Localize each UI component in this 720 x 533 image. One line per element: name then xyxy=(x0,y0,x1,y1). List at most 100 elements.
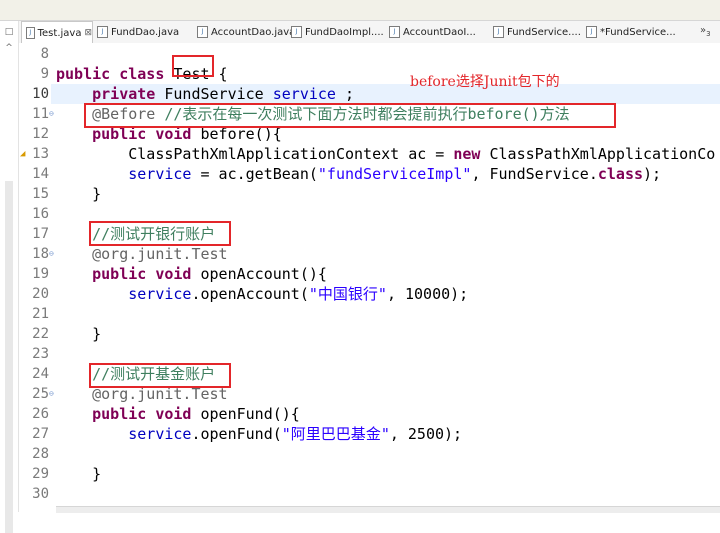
highlight-box-fund-comment xyxy=(89,363,231,388)
code-line[interactable]: } xyxy=(56,324,101,344)
code-line[interactable]: } xyxy=(56,464,101,484)
line-number: 9 xyxy=(40,66,49,82)
java-file-icon: J xyxy=(586,26,597,38)
java-file-icon: J xyxy=(389,26,400,38)
window-top-strip xyxy=(0,0,720,21)
line-number: 10 xyxy=(32,86,49,102)
line-number: 24 xyxy=(32,366,49,382)
line-number: 8 xyxy=(40,46,49,62)
code-token: "阿里巴巴基金" xyxy=(281,425,390,443)
line-number: 20 xyxy=(32,286,49,302)
highlight-box-class-name xyxy=(172,55,214,77)
code-token: new xyxy=(453,145,481,163)
code-token: } xyxy=(56,325,102,343)
java-file-icon: J xyxy=(197,26,208,38)
tab-funddao-java[interactable]: J FundDao.java xyxy=(93,21,179,43)
code-token: class xyxy=(597,165,644,183)
highlight-box-bank-comment xyxy=(89,221,231,246)
code-token: ClassPathXmlApplicationContext xyxy=(56,145,409,163)
line-number: 27 xyxy=(32,426,49,442)
code-token: ac xyxy=(408,145,427,163)
code-token: service xyxy=(128,285,192,303)
code-line[interactable]: ClassPathXmlApplicationContext ac = new … xyxy=(56,144,715,164)
editor-tab-bar: J Test.java ⊠ J FundDao.java J AccountDa… xyxy=(19,21,720,44)
code-token: ClassPathXmlApplicationCo xyxy=(480,145,716,163)
line-number-gutter: 8 9 10 11 ⊖ 12 13 ◢ 14 15 16 17 18 ⊖ 19 20 21 22 23 24 25 ⊖ 26… xyxy=(19,43,54,512)
tab-label: AccountDaoI... xyxy=(403,26,476,38)
code-token: } xyxy=(56,465,102,483)
vertical-scrollbar[interactable] xyxy=(5,181,13,533)
code-token: openAccount(){ xyxy=(191,265,327,283)
code-token: @org.junit.Test xyxy=(92,245,228,263)
code-editor[interactable]: 8 9 10 11 ⊖ 12 13 ◢ 14 15 16 17 18 ⊖ 19 20 21 22 23 24 25 ⊖ 26… xyxy=(19,43,720,512)
line-number: 28 xyxy=(32,446,49,462)
tab-accountdao-java[interactable]: J AccountDao.java xyxy=(193,21,295,43)
code-token: FundService xyxy=(155,85,273,103)
line-number: 18 xyxy=(32,246,49,262)
java-file-icon: J xyxy=(97,26,108,38)
code-token: public void xyxy=(92,405,192,423)
tab-test-java[interactable]: J Test.java ⊠ xyxy=(21,21,93,44)
code-line[interactable]: } xyxy=(56,184,101,204)
code-token: ; xyxy=(335,85,355,103)
collapse-up-icon[interactable]: ^ xyxy=(4,43,14,53)
code-token: .openAccount( xyxy=(191,285,309,303)
tab-label: *FundService... xyxy=(600,26,676,38)
code-token: "fundServiceImpl" xyxy=(317,165,472,183)
highlight-box-before-annotation xyxy=(84,103,616,128)
code-token: , 2500); xyxy=(389,425,463,443)
tab-label: FundDaoImpl.... xyxy=(305,26,384,38)
code-token: service xyxy=(272,85,336,103)
fold-toggle-icon[interactable]: ⊖ xyxy=(49,384,54,404)
line-number: 16 xyxy=(32,206,49,222)
fold-toggle-icon[interactable]: ⊖ xyxy=(49,244,54,264)
tab-fundservice-dirty[interactable]: J *FundService... xyxy=(582,21,676,43)
line-number: 29 xyxy=(32,466,49,482)
code-line[interactable]: @org.junit.Test xyxy=(56,244,228,264)
tab-label: Test.java xyxy=(37,27,82,39)
tab-close-icon[interactable]: ⊠ xyxy=(84,28,92,38)
tab-funddaoimpl[interactable]: J FundDaoImpl.... xyxy=(287,21,384,43)
line-number: 17 xyxy=(32,226,49,242)
tab-label: AccountDao.java xyxy=(211,26,296,38)
line-number: 22 xyxy=(32,326,49,342)
code-token: service xyxy=(128,165,192,183)
code-token: service xyxy=(128,425,192,443)
tab-accountdaoimpl[interactable]: J AccountDaoI... xyxy=(385,21,476,43)
left-trim-bar: □ ^ xyxy=(0,21,19,533)
warning-marker-icon[interactable]: ◢ xyxy=(20,144,25,164)
code-line[interactable]: service.openFund("阿里巴巴基金", 2500); xyxy=(56,424,462,444)
code-token: , FundService. xyxy=(471,165,598,183)
code-token: openFund(){ xyxy=(191,405,300,423)
line-number: 15 xyxy=(32,186,49,202)
line-number: 30 xyxy=(32,486,49,502)
java-file-icon: J xyxy=(291,26,302,38)
fold-toggle-icon[interactable]: ⊖ xyxy=(49,104,54,124)
code-line[interactable]: public void openAccount(){ xyxy=(56,264,327,284)
code-token: ); xyxy=(643,165,662,183)
code-token: public void xyxy=(92,265,192,283)
code-line[interactable]: service = ac.getBean("fundServiceImpl", … xyxy=(56,164,661,184)
code-line[interactable]: private FundService service ; xyxy=(56,84,354,104)
line-number: 25 xyxy=(32,386,49,402)
code-token: = xyxy=(426,145,454,163)
minimize-icon[interactable]: □ xyxy=(4,27,14,37)
code-token: , 10000); xyxy=(386,285,469,303)
code-token: public class xyxy=(56,65,165,83)
code-token: "中国银行" xyxy=(308,285,387,303)
code-line[interactable]: service.openAccount("中国银行", 10000); xyxy=(56,284,468,304)
code-token: = ac.getBean( xyxy=(191,165,318,183)
tab-label: FundService.... xyxy=(507,26,581,38)
java-file-icon: J xyxy=(26,27,35,39)
code-line[interactable]: public void openFund(){ xyxy=(56,404,300,424)
tab-fundservice[interactable]: J FundService.... xyxy=(489,21,581,43)
tab-overflow-button[interactable]: »3 xyxy=(700,25,711,38)
